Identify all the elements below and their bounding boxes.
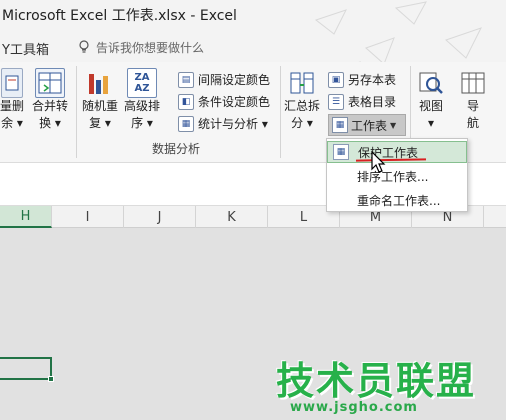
save-sheet-icon: ▣ xyxy=(328,71,344,88)
navigation-button[interactable]: 导 航 xyxy=(458,68,488,132)
column-header-j[interactable]: J xyxy=(124,206,196,228)
sort-az-icon: ZA AZ xyxy=(127,68,157,98)
protect-sheet-icon: ▦ xyxy=(333,144,349,160)
column-line xyxy=(124,228,125,420)
summary-split-button[interactable]: 汇总拆 分 ▾ xyxy=(284,68,320,132)
window-title: Microsoft Excel 工作表.xlsx - Excel xyxy=(2,8,237,24)
watermark-url: www.jsgho.com xyxy=(290,400,418,415)
advanced-sort-button[interactable]: ZA AZ 高级排 序 ▾ xyxy=(124,68,160,132)
tell-me-placeholder: 告诉我你想要做什么 xyxy=(96,40,205,55)
column-header-i[interactable]: I xyxy=(52,206,124,228)
tell-me-row: Y工具箱 告诉我你想要做什么 xyxy=(0,30,506,62)
save-sheet-button[interactable]: ▣ 另存本表 xyxy=(328,70,396,89)
ribbon-separator xyxy=(280,66,281,158)
toc-icon: ☰ xyxy=(328,93,344,110)
stats-analysis-button[interactable]: ▦ 统计与分析 ▾ xyxy=(178,114,268,133)
column-line xyxy=(196,228,197,420)
menu-item-rename-sheets[interactable]: 重命名工作表... xyxy=(327,189,467,211)
mouse-pointer-icon xyxy=(371,150,386,173)
column-line xyxy=(52,228,53,420)
random-duplicate-button[interactable]: 随机重 复 ▾ xyxy=(82,68,118,132)
fill-handle[interactable] xyxy=(48,376,54,382)
merge-table-icon xyxy=(35,68,65,98)
stats-icon: ▦ xyxy=(178,115,194,132)
column-header-k[interactable]: K xyxy=(196,206,268,228)
tell-me-box[interactable]: 告诉我你想要做什么 xyxy=(78,36,204,58)
column-line xyxy=(268,228,269,420)
conditional-color-icon: ◧ xyxy=(178,93,194,110)
ribbon-tab-toolbox[interactable]: Y工具箱 xyxy=(2,39,49,58)
worksheet-icon: ▦ xyxy=(332,117,348,133)
batch-delete-button[interactable]: 量删 余 ▾ xyxy=(0,68,24,132)
group-label-data-analysis: 数据分析 xyxy=(152,142,201,156)
navigation-grid-icon xyxy=(458,68,488,98)
conditional-color-button[interactable]: ◧ 条件设定颜色 xyxy=(178,92,270,111)
split-table-icon xyxy=(287,68,317,98)
watermark-title: 技术员联盟 xyxy=(276,359,477,403)
ribbon-separator xyxy=(76,66,77,158)
view-button[interactable]: 视图 ▾ xyxy=(416,68,446,132)
chevron-down-icon: ▼ xyxy=(390,120,397,130)
lightbulb-icon xyxy=(79,40,89,53)
title-bar: Microsoft Excel 工作表.xlsx - Excel xyxy=(0,0,506,30)
interval-color-button[interactable]: ▤ 间隔设定颜色 xyxy=(178,70,270,89)
column-header-h[interactable]: H xyxy=(0,206,52,228)
watermark: 技术员联盟 www.jsgho.com xyxy=(276,350,506,420)
selected-cell[interactable] xyxy=(0,357,54,382)
merge-convert-button[interactable]: 合并转 换 ▾ xyxy=(32,68,68,132)
interval-color-icon: ▤ xyxy=(178,71,194,88)
menu-item-sort-sheets[interactable]: 排序工作表... xyxy=(327,165,467,187)
delete-icon xyxy=(1,68,23,98)
table-of-contents-button[interactable]: ☰ 表格目录 xyxy=(328,92,396,111)
magnifier-icon xyxy=(416,68,446,98)
worksheet-dropdown-button[interactable]: ▦ 工作表 ▼ xyxy=(328,114,406,136)
worksheet-menu: ▦ 保护工作表 排序工作表... 重命名工作表... xyxy=(326,138,468,212)
bar-chart-icon xyxy=(85,68,115,98)
